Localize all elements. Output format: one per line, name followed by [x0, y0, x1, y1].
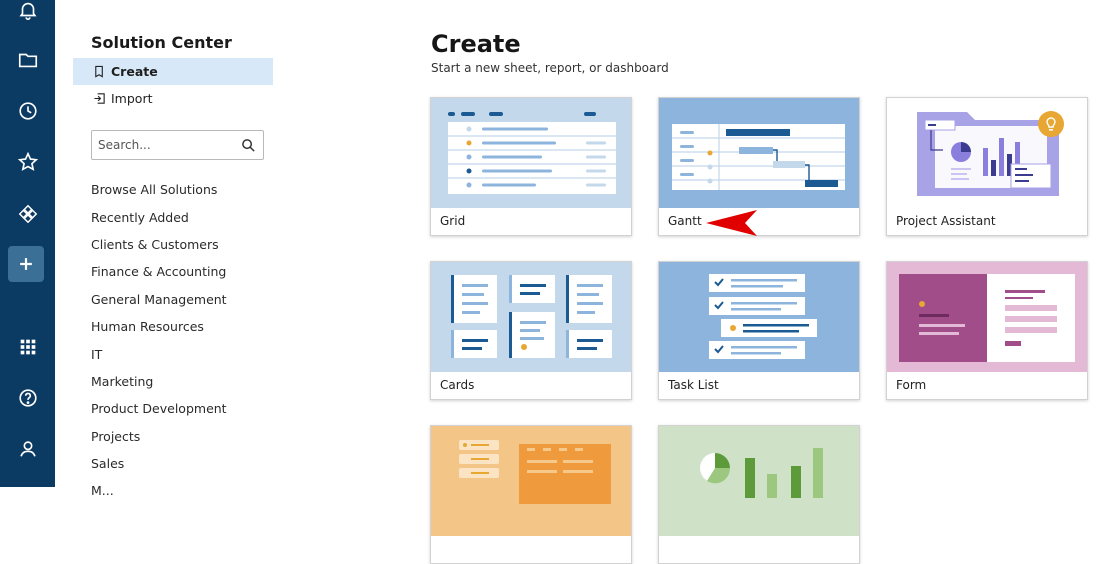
category-item[interactable]: Human Resources: [91, 313, 227, 340]
category-item[interactable]: Finance & Accounting: [91, 258, 227, 285]
template-card-cards[interactable]: Cards: [430, 261, 632, 400]
category-item[interactable]: Sales: [91, 450, 227, 477]
star-icon[interactable]: [0, 144, 55, 180]
card-label: Form: [896, 378, 927, 392]
folder-icon[interactable]: [0, 42, 55, 78]
dashboard-thumbnail: [659, 426, 859, 536]
sidebar-item-create[interactable]: Create: [73, 58, 273, 85]
apps-diamond-icon[interactable]: [0, 196, 55, 232]
create-plus-button[interactable]: [8, 246, 44, 282]
sidebar-title: Solution Center: [91, 33, 232, 52]
import-icon: [93, 92, 106, 105]
form-thumbnail: [887, 262, 1087, 372]
search-icon[interactable]: [241, 138, 256, 153]
category-item[interactable]: Browse All Solutions: [91, 176, 227, 203]
category-item[interactable]: IT: [91, 340, 227, 367]
report-thumbnail: [431, 426, 631, 536]
help-icon[interactable]: [0, 380, 55, 416]
template-card-gantt[interactable]: Gantt: [658, 97, 860, 236]
template-card-project-assistant[interactable]: Project Assistant: [886, 97, 1088, 236]
template-card-dashboard[interactable]: [658, 425, 860, 564]
bell-icon[interactable]: [0, 0, 55, 28]
category-item[interactable]: General Management: [91, 286, 227, 313]
plus-icon: [20, 258, 32, 270]
sidebar-item-import[interactable]: Import: [73, 85, 273, 112]
card-label: Project Assistant: [896, 214, 996, 228]
card-label: Grid: [440, 214, 466, 228]
template-card-grid[interactable]: Grid: [430, 97, 632, 236]
solution-center-sidebar: Solution Center Create Import Browse All…: [73, 0, 283, 498]
template-card-form[interactable]: Form: [886, 261, 1088, 400]
category-item[interactable]: Product Development: [91, 395, 227, 422]
category-list: Browse All Solutions Recently Added Clie…: [91, 176, 227, 505]
user-icon[interactable]: [0, 431, 55, 467]
sidebar-item-label: Import: [111, 91, 153, 106]
global-nav-rail: [0, 0, 55, 487]
project-assistant-thumbnail: [887, 98, 1087, 208]
red-arrow-annotation: [706, 210, 757, 236]
card-label: Gantt: [668, 214, 702, 228]
card-label: Task List: [668, 378, 719, 392]
card-label: Cards: [440, 378, 475, 392]
category-item[interactable]: Marketing: [91, 368, 227, 395]
cards-thumbnail: [431, 262, 631, 372]
grid-icon[interactable]: [0, 329, 55, 365]
template-card-task-list[interactable]: Task List: [658, 261, 860, 400]
category-item[interactable]: Recently Added: [91, 203, 227, 230]
clock-icon[interactable]: [0, 93, 55, 129]
gantt-thumbnail: [659, 98, 859, 208]
template-card-report[interactable]: [430, 425, 632, 564]
search-box: [91, 130, 264, 160]
category-item[interactable]: Projects: [91, 423, 227, 450]
page-title: Create: [431, 30, 521, 58]
category-item[interactable]: M...: [91, 477, 227, 504]
new-sheet-icon: [93, 65, 106, 78]
sidebar-item-label: Create: [111, 64, 158, 79]
grid-thumbnail: [431, 98, 631, 208]
category-item[interactable]: Clients & Customers: [91, 231, 227, 258]
search-input[interactable]: [98, 138, 238, 152]
page-subtitle: Start a new sheet, report, or dashboard: [431, 61, 669, 75]
task-list-thumbnail: [659, 262, 859, 372]
